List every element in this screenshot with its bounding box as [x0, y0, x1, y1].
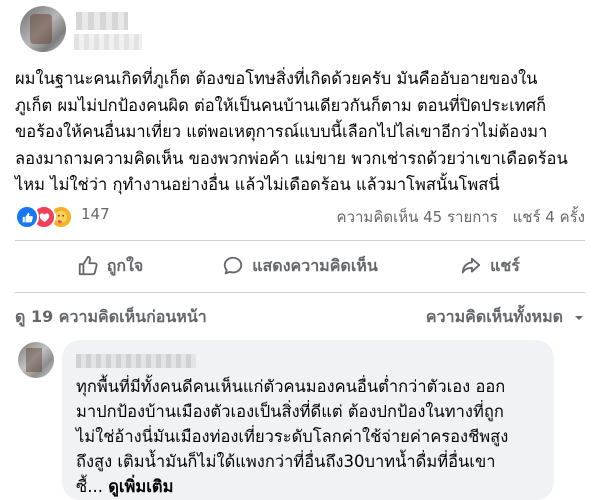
- comments-header: ดู 19 ความคิดเห็นก่อนหน้า ความคิดเห็นทั้…: [15, 305, 585, 329]
- comment-line: ไม่ใช่อ้างนี่มันเมืองท่องเที่ยวระดับโลกค…: [76, 427, 509, 446]
- post-actions: ถูกใจ แสดงความคิดเห็น แชร์: [15, 243, 585, 289]
- share-button[interactable]: แชร์: [395, 243, 585, 289]
- comment-bubble: ทุกพื้นที่มีทั้งคนดีคนเห็นแก่ตัวคนมองคนอ…: [62, 340, 554, 500]
- comment-icon: [224, 256, 243, 275]
- sort-label: ความคิดเห็นทั้งหมด: [425, 307, 563, 326]
- share-icon: [461, 257, 481, 274]
- comment-line: มาปกป้องบ้านเมืองตัวเองเป็นสิ่งที่ดีแต่ …: [76, 402, 504, 421]
- post-header: [12, 2, 588, 60]
- share-label: แชร์: [490, 255, 520, 275]
- commenter-name-redacted[interactable]: [76, 354, 196, 368]
- chevron-down-icon: [575, 315, 583, 320]
- post-line: ผมในฐานะคนเกิดที่ภูเก็ต ต้องขอโทษสิ่งที่…: [15, 69, 538, 88]
- comment-body: ทุกพื้นที่มีทั้งคนดีคนเห็นแก่ตัวคนมองคนอ…: [76, 374, 546, 499]
- comment-truncated: ซื้...: [76, 477, 103, 496]
- comment-label: แสดงความคิดเห็น: [252, 255, 378, 275]
- like-icon: [15, 205, 39, 229]
- share-count[interactable]: แชร์ 4 ครั้ง: [513, 208, 585, 226]
- post-meta-redacted: [74, 34, 142, 50]
- post-line: ลองมาถามความคิดเห็น ของพวกพ่อค้า แม่ขาย …: [15, 148, 568, 168]
- comment-button[interactable]: แสดงความคิดเห็น: [205, 243, 395, 289]
- comment-line: ทุกพื้นที่มีทั้งคนดีคนเห็นแก่ตัวคนมองคนอ…: [76, 377, 506, 396]
- reactions-bar: 147 ความคิดเห็น 45 รายการ แชร์ 4 ครั้ง: [15, 203, 585, 229]
- author-avatar[interactable]: [20, 6, 66, 52]
- like-button[interactable]: ถูกใจ: [15, 243, 205, 289]
- comment-count[interactable]: ความคิดเห็น 45 รายการ: [337, 208, 498, 226]
- comment-line: ถึงสูง เติมน้ำมันก็ไม่ใด้แพงกว่าที่อื่นถ…: [76, 452, 496, 471]
- post-line: ขอร้องให้คนอื่นมาเที่ยว แต่พอเหตุการณ์แบ…: [15, 122, 548, 141]
- author-name-redacted[interactable]: [76, 12, 128, 30]
- comment-line-last: ซื้... ดูเพิ่มเติม: [76, 474, 546, 499]
- like-label: ถูกใจ: [106, 255, 144, 275]
- post-body: ผมในฐานะคนเกิดที่ภูเก็ต ต้องขอโทษสิ่งที่…: [15, 66, 595, 199]
- see-more-link[interactable]: ดูเพิ่มเติม: [108, 477, 173, 496]
- thumbs-up-icon: [78, 255, 98, 276]
- divider: [15, 240, 585, 241]
- post-line: ภูเก็ต ผมไม่ปกป้องคนผิด ต่อให้เป็นคนบ้าน…: [15, 95, 547, 115]
- comment-sort-dropdown[interactable]: ความคิดเห็นทั้งหมด: [426, 305, 585, 330]
- commenter-avatar[interactable]: [18, 342, 54, 378]
- view-previous-comments-link[interactable]: ดู 19 ความคิดเห็นก่อนหน้า: [15, 305, 207, 330]
- reaction-count[interactable]: 147: [81, 205, 110, 223]
- post-line: ไหม ไม่ใช่ว่า กุทำงานอย่างอื่น แล้วไม่เด…: [15, 175, 500, 194]
- divider: [15, 292, 585, 293]
- post-stats: ความคิดเห็น 45 รายการ แชร์ 4 ครั้ง: [327, 205, 585, 229]
